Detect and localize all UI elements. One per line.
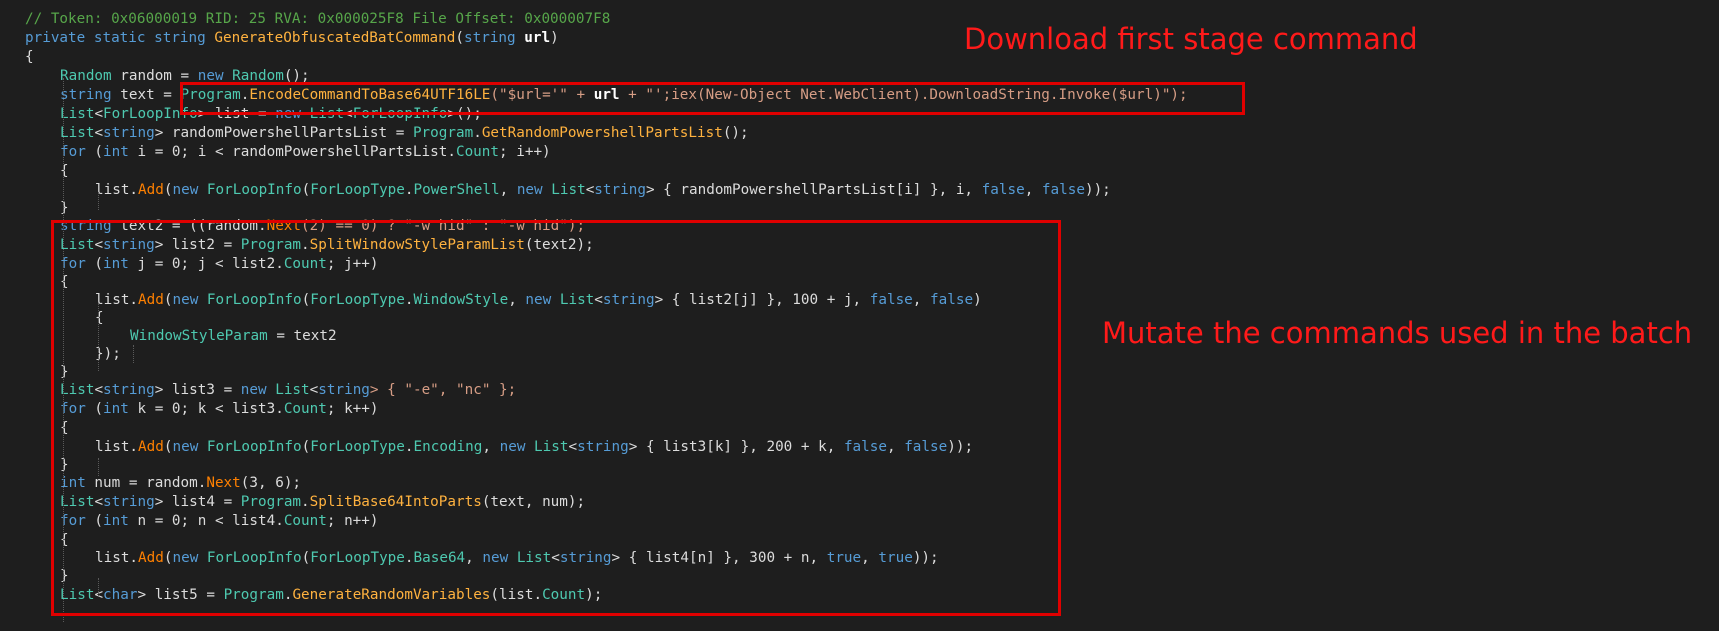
- code-token: ();: [722, 125, 749, 141]
- code-line: for (int i = 0; i < randomPowershellPart…: [25, 143, 1188, 162]
- code-token: List: [60, 106, 95, 122]
- code-token: Random: [60, 68, 112, 84]
- code-token: string: [464, 30, 516, 46]
- code-token: <: [585, 182, 595, 198]
- code-line: }: [25, 199, 1188, 217]
- code-token: > { randomPowershellPartsList[i] }, i,: [645, 182, 982, 198]
- code-token: (: [85, 144, 104, 160]
- code-token: new: [172, 182, 199, 198]
- code-token: {: [60, 163, 69, 179]
- code-token: Program: [412, 125, 474, 141]
- code-token: ForLoopInfo: [206, 182, 302, 198]
- code-token: ForLoopType: [310, 182, 405, 198]
- code-token: url: [524, 30, 551, 46]
- code-token: List: [60, 125, 95, 141]
- annotation-mutate-commands: Mutate the commands used in the batch: [1102, 316, 1693, 350]
- code-line: {: [25, 162, 1188, 181]
- code-token: new: [516, 182, 543, 198]
- code-token: > randomPowershellPartsList =: [154, 125, 413, 141]
- code-token: string: [60, 87, 112, 103]
- code-token: Add: [138, 182, 164, 198]
- code-token: false: [981, 182, 1025, 198]
- indent-guide: [98, 192, 99, 210]
- highlight-box-download: [180, 82, 1245, 115]
- code-token: false: [1041, 182, 1085, 198]
- code-token: ,: [499, 182, 517, 198]
- code-token: GetRandomPowershellPartsList: [481, 125, 723, 141]
- code-token: .: [404, 182, 414, 198]
- code-token: string: [103, 125, 155, 141]
- code-token: GenerateObfuscatedBatCommand: [214, 30, 456, 46]
- code-token: PowerShell: [413, 182, 500, 198]
- code-token: <: [94, 125, 104, 141]
- code-token: private static string: [25, 30, 215, 46]
- code-token: (: [455, 30, 464, 46]
- code-token: i = 0; i < randomPowershellPartsList.: [128, 144, 456, 160]
- code-token: }: [60, 200, 69, 216]
- code-token: ; i++): [499, 144, 551, 160]
- code-token: ): [550, 30, 559, 46]
- code-token: list.: [95, 182, 139, 198]
- code-token: .: [473, 125, 482, 141]
- code-token: text =: [111, 87, 181, 103]
- code-token: ,: [1024, 182, 1042, 198]
- code-token: {: [25, 49, 34, 65]
- code-token: (: [301, 182, 311, 198]
- code-token: string: [594, 182, 646, 198]
- code-token: ));: [1084, 182, 1111, 198]
- code-token: int: [103, 144, 129, 160]
- code-token: List: [551, 182, 586, 198]
- code-line: list.Add(new ForLoopInfo(ForLoopType.Pow…: [25, 181, 1188, 199]
- code-token: // Token: 0x06000019 RID: 25 RVA: 0x0000…: [25, 11, 611, 27]
- annotation-download-first-stage: Download first stage command: [964, 22, 1418, 56]
- highlight-box-mutate: [51, 220, 1061, 616]
- code-line: List<string> randomPowershellPartsList =…: [25, 124, 1188, 143]
- code-token: <: [94, 106, 104, 122]
- code-token: Count: [455, 144, 500, 160]
